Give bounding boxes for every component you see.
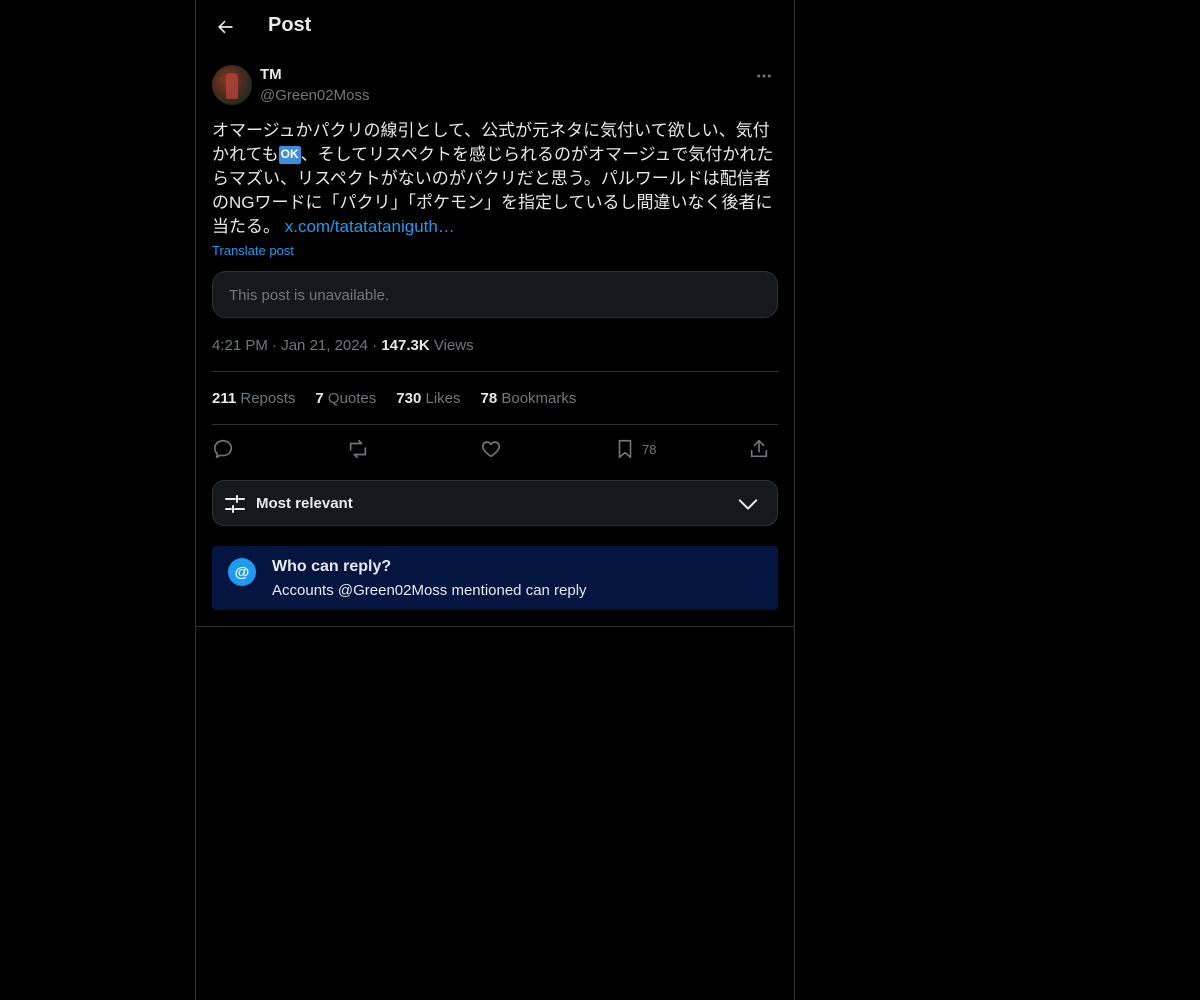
avatar[interactable] <box>212 65 252 105</box>
reposts-label: Reposts <box>236 390 296 407</box>
likes-stat[interactable]: 730 Likes <box>396 390 460 407</box>
quotes-label: Quotes <box>323 390 377 407</box>
reply-restriction-title: Who can reply? <box>272 558 392 575</box>
ok-emoji-icon: OK <box>278 146 301 164</box>
main-column: Post TM @Green02Moss オマージュかパクリの線引として、公式が… <box>195 0 795 1000</box>
more-button[interactable] <box>750 64 778 88</box>
reply-button[interactable] <box>212 434 234 464</box>
author-handle[interactable]: @Green02Moss <box>260 87 369 104</box>
bookmarks-label: Bookmarks <box>497 390 577 407</box>
quoted-post-unavailable: This post is unavailable. <box>212 271 778 318</box>
meta-separator: · <box>267 337 282 354</box>
divider <box>212 371 778 372</box>
bookmark-count: 78 <box>642 441 657 457</box>
bookmark-button[interactable]: 78 <box>614 434 656 464</box>
reply-restriction-notice: @ Who can reply? Accounts @Green02Moss m… <box>212 546 778 610</box>
sort-replies-dropdown[interactable]: Most relevant <box>212 480 778 526</box>
sliders-icon <box>225 495 245 513</box>
post-date[interactable]: Jan 21, 2024 <box>281 337 368 354</box>
share-button[interactable] <box>748 434 770 464</box>
engagement-stats: 211 Reposts 7 Quotes 730 Likes 78 Bookma… <box>212 390 576 407</box>
reply-icon <box>213 439 233 459</box>
share-icon <box>750 439 768 458</box>
reply-restriction-subtitle: Accounts @Green02Moss mentioned can repl… <box>272 582 587 599</box>
reposts-stat[interactable]: 211 Reposts <box>212 390 295 407</box>
post-author: TM @Green02Moss <box>212 64 778 108</box>
post-meta: 4:21 PM · Jan 21, 2024 · 147.3K Views <box>212 337 474 354</box>
action-bar: 78 <box>212 434 778 464</box>
post-time[interactable]: 4:21 PM <box>212 337 268 354</box>
bookmarks-count: 78 <box>480 390 498 407</box>
more-icon <box>757 74 771 78</box>
page-title: Post <box>268 14 312 36</box>
repost-button[interactable] <box>346 434 370 464</box>
post-text: オマージュかパクリの線引として、公式が元ネタに気付いて欲しい、気付かれても OK、… <box>212 119 780 239</box>
quotes-count: 7 <box>315 390 324 407</box>
back-button[interactable] <box>208 10 242 44</box>
repost-icon <box>349 439 367 459</box>
meta-separator: · <box>367 337 382 354</box>
reposts-count: 211 <box>212 390 237 407</box>
at-sign-icon: @ <box>228 558 256 586</box>
bookmark-icon <box>618 439 632 459</box>
post-detail: Post TM @Green02Moss オマージュかパクリの線引として、公式が… <box>196 0 794 627</box>
bookmarks-stat[interactable]: 78 Bookmarks <box>481 390 577 407</box>
translate-link[interactable]: Translate post <box>212 243 294 258</box>
post-link[interactable]: x.com/tatatataniguth… <box>285 217 455 236</box>
quotes-stat[interactable]: 7 Quotes <box>315 390 376 407</box>
sort-label: Most relevant <box>256 495 353 512</box>
views-label: Views <box>429 337 474 354</box>
author-name[interactable]: TM <box>260 66 282 83</box>
heart-icon <box>481 441 501 458</box>
views-count: 147.3K <box>381 337 430 354</box>
divider <box>212 424 778 425</box>
header: Post <box>196 0 794 54</box>
chevron-down-icon <box>738 499 758 510</box>
like-button[interactable] <box>480 434 502 464</box>
unavailable-text: This post is unavailable. <box>229 287 390 304</box>
likes-label: Likes <box>421 390 461 407</box>
likes-count: 730 <box>396 390 422 407</box>
arrow-left-icon <box>218 20 233 34</box>
